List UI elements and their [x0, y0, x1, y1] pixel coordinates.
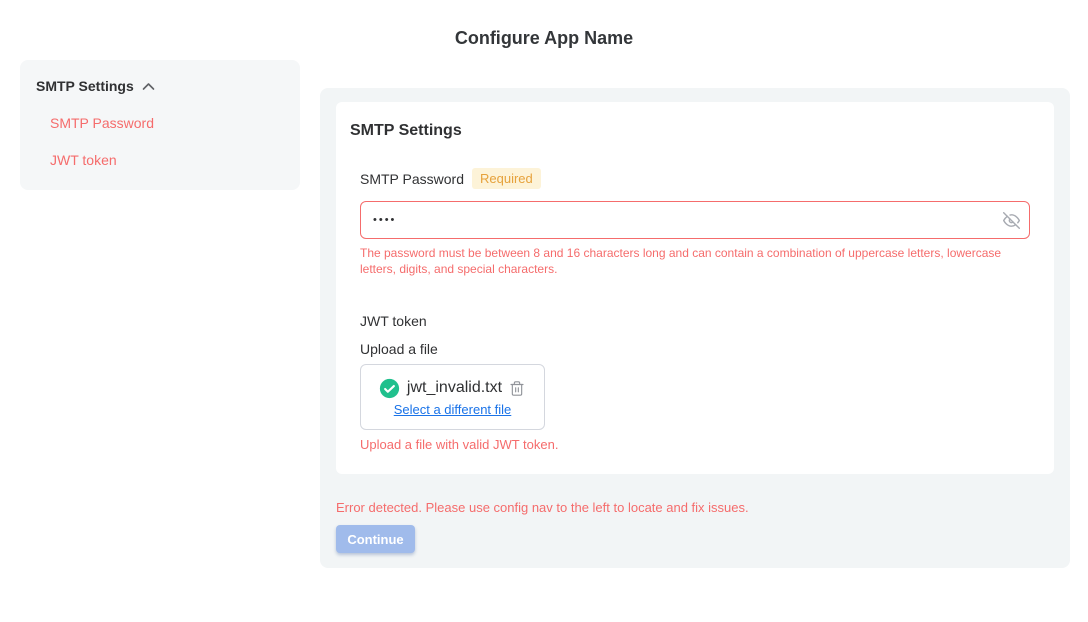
uploaded-file-name: jwt_invalid.txt: [407, 379, 502, 397]
sidebar-section-smtp-settings[interactable]: SMTP Settings: [36, 78, 284, 94]
config-nav-sidebar: SMTP Settings SMTP Password JWT token: [20, 60, 300, 190]
chevron-up-icon: [142, 82, 155, 91]
page-title: Configure App Name: [0, 28, 1088, 49]
password-validation-message: The password must be between 8 and 16 ch…: [360, 245, 1028, 277]
smtp-settings-card: SMTP Settings SMTP Password Required The: [336, 102, 1054, 474]
card-title: SMTP Settings: [350, 122, 1030, 140]
sidebar-item-smtp-password[interactable]: SMTP Password: [50, 115, 284, 131]
continue-button[interactable]: Continue: [336, 525, 415, 553]
eye-off-icon[interactable]: [1002, 211, 1020, 229]
required-badge: Required: [472, 168, 541, 189]
sidebar-section-label: SMTP Settings: [36, 78, 134, 94]
sidebar-item-jwt-token[interactable]: JWT token: [50, 152, 284, 168]
select-different-file-link[interactable]: Select a different file: [394, 402, 512, 417]
trash-icon[interactable]: [509, 379, 526, 397]
smtp-password-input[interactable]: [360, 201, 1030, 239]
smtp-password-label: SMTP Password: [360, 171, 464, 187]
jwt-validation-message: Upload a file with valid JWT token.: [360, 437, 1030, 452]
form-error-message: Error detected. Please use config nav to…: [336, 500, 1054, 515]
file-upload-box: jwt_invalid.txt Select a different file: [360, 364, 545, 430]
check-circle-icon: [379, 378, 400, 399]
upload-file-label: Upload a file: [360, 341, 1030, 357]
jwt-token-label: JWT token: [360, 313, 1030, 329]
config-panel: SMTP Settings SMTP Password Required The: [320, 88, 1070, 568]
